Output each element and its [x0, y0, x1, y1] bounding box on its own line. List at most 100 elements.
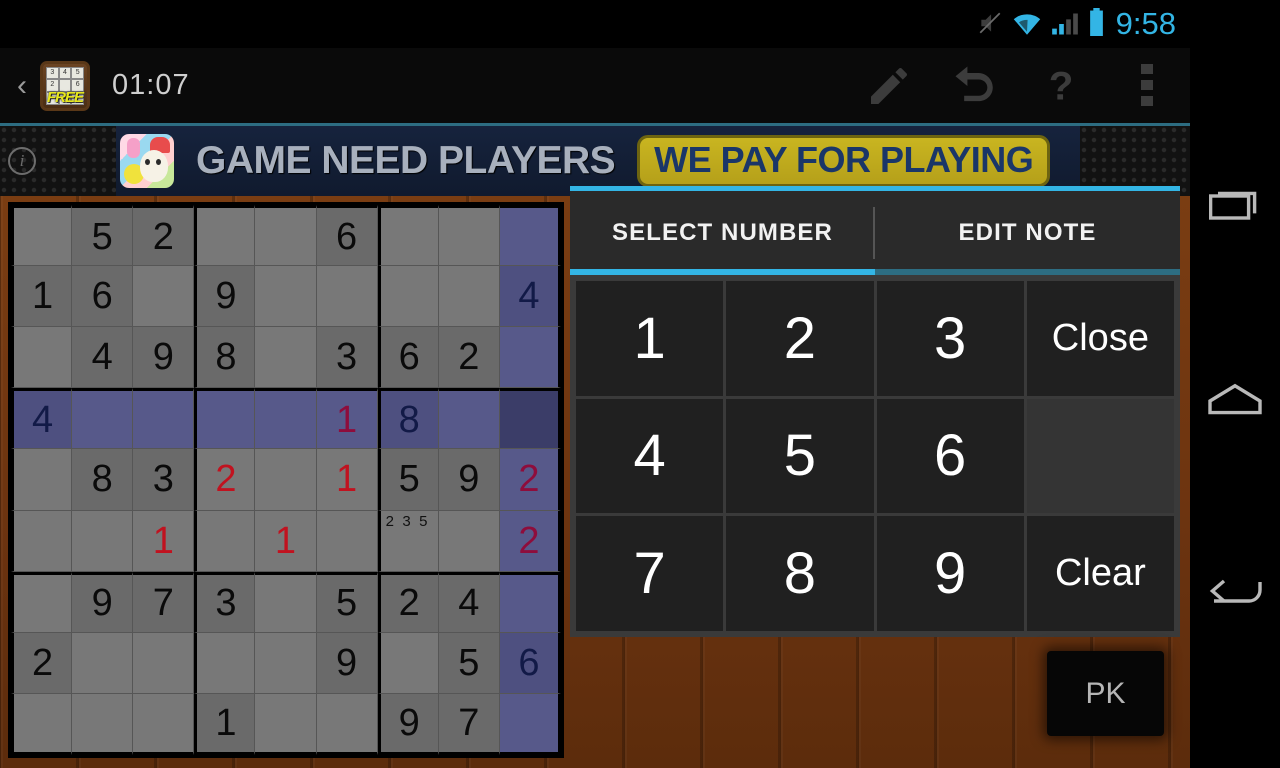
sudoku-cell-r8c7[interactable]: [377, 632, 439, 694]
home-icon[interactable]: [1203, 369, 1267, 429]
sudoku-cell-r3c5[interactable]: [255, 327, 317, 389]
sudoku-cell-r5c2[interactable]: 8: [72, 449, 134, 511]
sudoku-cell-r9c9[interactable]: [499, 693, 561, 755]
sudoku-cell-r9c6[interactable]: [316, 693, 378, 755]
sudoku-cell-r6c3[interactable]: 1: [133, 510, 195, 572]
sudoku-cell-r5c9[interactable]: 2: [499, 449, 561, 511]
ad-info-icon[interactable]: i: [8, 147, 36, 175]
sudoku-cell-r3c3[interactable]: 9: [133, 327, 195, 389]
sudoku-cell-r1c7[interactable]: [377, 205, 439, 267]
sudoku-cell-r6c5[interactable]: 1: [255, 510, 317, 572]
sudoku-cell-r2c7[interactable]: [377, 266, 439, 328]
sudoku-cell-r3c8[interactable]: 2: [438, 327, 500, 389]
sudoku-cell-r6c7[interactable]: 235: [377, 510, 439, 572]
sudoku-cell-r6c4[interactable]: [194, 510, 256, 572]
sudoku-cell-r1c8[interactable]: [438, 205, 500, 267]
sudoku-cell-r4c3[interactable]: [133, 388, 195, 450]
sudoku-cell-r4c7[interactable]: 8: [377, 388, 439, 450]
sudoku-cell-r7c2[interactable]: 9: [72, 571, 134, 633]
sudoku-cell-r8c1[interactable]: 2: [11, 632, 73, 694]
sudoku-cell-r2c4[interactable]: 9: [194, 266, 256, 328]
sudoku-cell-r1c3[interactable]: 2: [133, 205, 195, 267]
keypad-key-clear[interactable]: Clear: [1026, 516, 1174, 631]
sudoku-cell-r1c2[interactable]: 5: [72, 205, 134, 267]
sudoku-cell-r3c1[interactable]: [11, 327, 73, 389]
sudoku-cell-r7c9[interactable]: [499, 571, 561, 633]
sudoku-cell-r4c8[interactable]: [438, 388, 500, 450]
sudoku-cell-r9c8[interactable]: 7: [438, 693, 500, 755]
sudoku-cell-r6c2[interactable]: [72, 510, 134, 572]
sudoku-cell-r1c4[interactable]: [194, 205, 256, 267]
sudoku-cell-r1c5[interactable]: [255, 205, 317, 267]
sudoku-cell-r7c3[interactable]: 7: [133, 571, 195, 633]
sudoku-cell-r4c4[interactable]: [194, 388, 256, 450]
keypad-key-6[interactable]: 6: [876, 398, 1024, 514]
keypad-key-1[interactable]: 1: [576, 281, 724, 396]
sudoku-cell-r2c1[interactable]: 1: [11, 266, 73, 328]
sudoku-cell-r4c6[interactable]: 1: [316, 388, 378, 450]
sudoku-cell-r8c8[interactable]: 5: [438, 632, 500, 694]
sudoku-cell-r5c8[interactable]: 9: [438, 449, 500, 511]
sudoku-cell-r1c9[interactable]: [499, 205, 561, 267]
sudoku-cell-r2c8[interactable]: [438, 266, 500, 328]
sudoku-cell-r8c3[interactable]: [133, 632, 195, 694]
sudoku-cell-r6c8[interactable]: [438, 510, 500, 572]
sudoku-cell-r1c1[interactable]: [11, 205, 73, 267]
sudoku-cell-r7c4[interactable]: 3: [194, 571, 256, 633]
help-icon[interactable]: ?: [1018, 47, 1104, 125]
keypad-key-5[interactable]: 5: [726, 398, 874, 514]
pk-button[interactable]: PK: [1047, 651, 1164, 736]
sudoku-cell-r1c6[interactable]: 6: [316, 205, 378, 267]
keypad-key-9[interactable]: 9: [876, 516, 1024, 631]
sudoku-cell-r2c2[interactable]: 6: [72, 266, 134, 328]
sudoku-cell-r7c8[interactable]: 4: [438, 571, 500, 633]
navigate-up-button[interactable]: ‹: [6, 70, 38, 101]
sudoku-cell-r4c1[interactable]: 4: [11, 388, 73, 450]
sudoku-cell-r9c7[interactable]: 9: [377, 693, 439, 755]
undo-icon[interactable]: [932, 47, 1018, 125]
sudoku-cell-r8c9[interactable]: 6: [499, 632, 561, 694]
overflow-menu-icon[interactable]: [1104, 47, 1190, 125]
sudoku-cell-r8c2[interactable]: [72, 632, 134, 694]
sudoku-cell-r4c9[interactable]: [499, 388, 561, 450]
sudoku-cell-r6c6[interactable]: [316, 510, 378, 572]
recents-icon[interactable]: [1203, 176, 1267, 236]
back-icon[interactable]: [1203, 562, 1267, 622]
keypad-key-7[interactable]: 7: [576, 516, 724, 631]
sudoku-cell-r4c2[interactable]: [72, 388, 134, 450]
sudoku-cell-r9c5[interactable]: [255, 693, 317, 755]
sudoku-cell-r5c5[interactable]: [255, 449, 317, 511]
keypad-key-3[interactable]: 3: [876, 281, 1024, 396]
keypad-key-2[interactable]: 2: [726, 281, 874, 396]
sudoku-cell-r8c4[interactable]: [194, 632, 256, 694]
sudoku-cell-r5c6[interactable]: 1: [316, 449, 378, 511]
sudoku-cell-r3c7[interactable]: 6: [377, 327, 439, 389]
sudoku-cell-r8c5[interactable]: [255, 632, 317, 694]
sudoku-cell-r7c5[interactable]: [255, 571, 317, 633]
sudoku-cell-r9c2[interactable]: [72, 693, 134, 755]
sudoku-cell-r3c9[interactable]: [499, 327, 561, 389]
sudoku-cell-r3c2[interactable]: 4: [72, 327, 134, 389]
sudoku-cell-r9c3[interactable]: [133, 693, 195, 755]
keypad-key-8[interactable]: 8: [726, 516, 874, 631]
sudoku-cell-r3c6[interactable]: 3: [316, 327, 378, 389]
sudoku-board[interactable]: 5261694498362418832159211235297352429561…: [8, 202, 564, 758]
sudoku-cell-r4c5[interactable]: [255, 388, 317, 450]
keypad-key-4[interactable]: 4: [576, 398, 724, 514]
sudoku-cell-r2c6[interactable]: [316, 266, 378, 328]
tab-edit-note[interactable]: EDIT NOTE: [875, 191, 1180, 275]
sudoku-cell-r7c1[interactable]: [11, 571, 73, 633]
sudoku-cell-r6c1[interactable]: [11, 510, 73, 572]
sudoku-cell-r5c7[interactable]: 5: [377, 449, 439, 511]
sudoku-cell-r2c9[interactable]: 4: [499, 266, 561, 328]
sudoku-cell-r2c3[interactable]: [133, 266, 195, 328]
sudoku-cell-r5c4[interactable]: 2: [194, 449, 256, 511]
pencil-icon[interactable]: [846, 47, 932, 125]
sudoku-cell-r7c7[interactable]: 2: [377, 571, 439, 633]
sudoku-cell-r3c4[interactable]: 8: [194, 327, 256, 389]
tab-select-number[interactable]: SELECT NUMBER: [570, 191, 875, 275]
sudoku-cell-r5c1[interactable]: [11, 449, 73, 511]
sudoku-cell-r9c1[interactable]: [11, 693, 73, 755]
sudoku-cell-r5c3[interactable]: 3: [133, 449, 195, 511]
sudoku-cell-r2c5[interactable]: [255, 266, 317, 328]
